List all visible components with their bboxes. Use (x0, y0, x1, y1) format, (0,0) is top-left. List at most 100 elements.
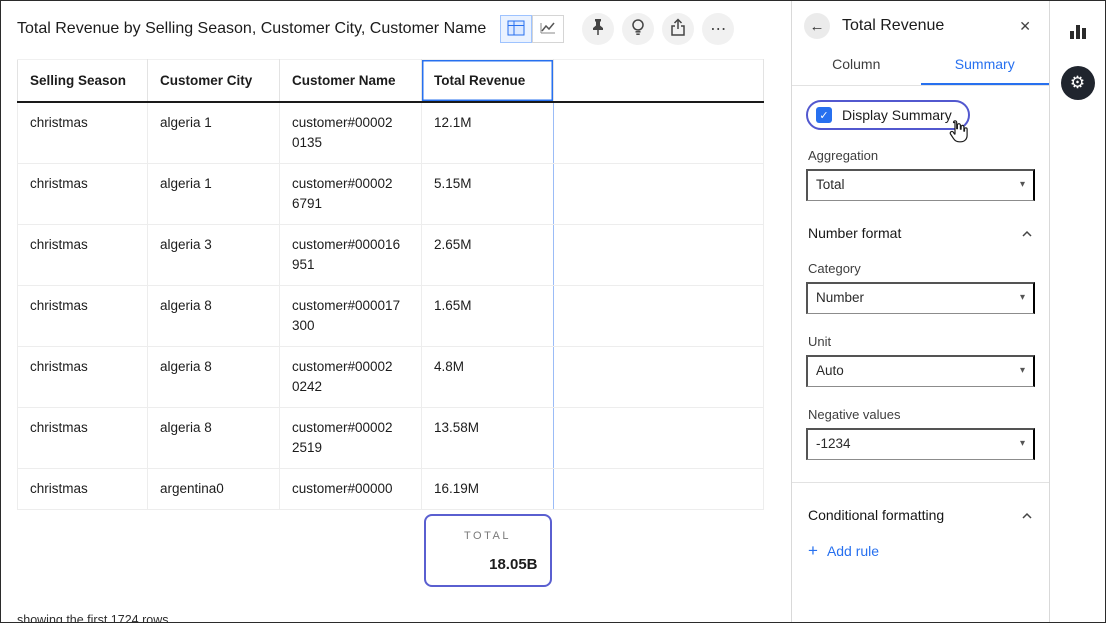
aggregation-label: Aggregation (808, 148, 1033, 163)
cell-total-revenue[interactable]: 4.8M (422, 347, 554, 408)
main-area: Total Revenue by Selling Season, Custome… (1, 1, 792, 622)
cell-customer-city[interactable]: algeria 1 (148, 164, 280, 225)
data-table: Selling Season Customer City Customer Na… (1, 53, 791, 622)
column-header-total-revenue[interactable]: Total Revenue (422, 60, 554, 103)
cell-customer-name[interactable]: customer#000026791 (280, 164, 422, 225)
cell-empty (554, 164, 764, 225)
column-header-customer-city[interactable]: Customer City (148, 60, 280, 103)
chevron-up-icon (1021, 507, 1033, 523)
table-row: christmas algeria 8 customer#000017300 1… (18, 286, 764, 347)
cell-selling-season[interactable]: christmas (18, 286, 148, 347)
cell-empty (554, 225, 764, 286)
table-row: christmas algeria 8 customer#000020242 4… (18, 347, 764, 408)
cell-total-revenue[interactable]: 12.1M (422, 102, 554, 164)
caret-down-icon: ▾ (1020, 438, 1025, 449)
main-header: Total Revenue by Selling Season, Custome… (1, 1, 791, 53)
add-rule-button[interactable]: + Add rule (806, 541, 881, 561)
chevron-up-icon (1021, 225, 1033, 241)
category-dropdown[interactable]: Number ▾ (806, 282, 1035, 314)
app-window: Total Revenue by Selling Season, Custome… (0, 0, 1106, 623)
cell-customer-city[interactable]: algeria 8 (148, 286, 280, 347)
tab-summary[interactable]: Summary (921, 47, 1050, 85)
cell-customer-city[interactable]: argentina0 (148, 469, 280, 510)
cell-selling-season[interactable]: christmas (18, 164, 148, 225)
cell-selling-season[interactable]: christmas (18, 102, 148, 164)
chart-view-icon (539, 20, 557, 39)
cell-customer-city[interactable]: algeria 1 (148, 102, 280, 164)
share-icon (670, 18, 686, 41)
display-summary-label: Display Summary (842, 107, 952, 123)
negative-values-dropdown[interactable]: -1234 ▾ (806, 428, 1035, 460)
action-buttons: ⋯ (574, 13, 734, 45)
cell-empty (554, 102, 764, 164)
column-header-selling-season[interactable]: Selling Season (18, 60, 148, 103)
cell-customer-name[interactable]: customer#000020242 (280, 347, 422, 408)
cell-customer-name[interactable]: customer#000016951 (280, 225, 422, 286)
display-summary-highlight: ✓ Display Summary (806, 100, 970, 130)
bar-chart-icon (1068, 29, 1088, 44)
cell-customer-name[interactable]: customer#00000 (280, 469, 422, 510)
chart-config-button[interactable] (1064, 17, 1092, 48)
close-panel-button[interactable]: ✕ (1013, 16, 1037, 37)
number-format-label: Number format (808, 225, 901, 241)
pin-button[interactable] (582, 13, 614, 45)
cell-total-revenue[interactable]: 13.58M (422, 408, 554, 469)
back-arrow-icon: ← (810, 18, 825, 35)
cell-customer-city[interactable]: algeria 3 (148, 225, 280, 286)
aggregation-dropdown[interactable]: Total ▾ (806, 169, 1035, 201)
gear-icon: ⚙ (1070, 73, 1085, 93)
table-row: christmas argentina0 customer#00000 16.1… (18, 469, 764, 510)
cell-total-revenue[interactable]: 16.19M (422, 469, 554, 510)
row-count-status: showing the first 1724 rows (17, 613, 168, 622)
unit-label: Unit (808, 334, 1033, 349)
table-view-button[interactable] (500, 15, 532, 43)
right-rail: ⚙ (1050, 1, 1105, 622)
caret-down-icon: ▾ (1020, 292, 1025, 303)
panel-title: Total Revenue (842, 17, 1013, 35)
share-button[interactable] (662, 13, 694, 45)
cell-selling-season[interactable]: christmas (18, 225, 148, 286)
display-summary-checkbox[interactable]: ✓ (816, 107, 832, 123)
summary-row: TOTAL 18.05B (18, 510, 764, 592)
check-icon: ✓ (819, 109, 828, 122)
section-divider (792, 482, 1049, 483)
total-summary-box[interactable]: TOTAL 18.05B (424, 514, 552, 587)
column-header-customer-name[interactable]: Customer Name (280, 60, 422, 103)
total-label: TOTAL (438, 526, 538, 546)
view-toggle (500, 15, 564, 43)
cell-selling-season[interactable]: christmas (18, 469, 148, 510)
cell-total-revenue[interactable]: 2.65M (422, 225, 554, 286)
cell-total-revenue[interactable]: 5.15M (422, 164, 554, 225)
cell-customer-name[interactable]: customer#000017300 (280, 286, 422, 347)
tab-column[interactable]: Column (792, 47, 921, 85)
column-header-empty (554, 60, 764, 103)
cell-selling-season[interactable]: christmas (18, 347, 148, 408)
panel-tabs: Column Summary (792, 47, 1049, 86)
close-icon: ✕ (1019, 18, 1031, 34)
cell-empty (554, 469, 764, 510)
aggregation-value: Total (816, 177, 845, 192)
settings-button[interactable]: ⚙ (1061, 66, 1095, 100)
cell-empty (554, 347, 764, 408)
cell-customer-city[interactable]: algeria 8 (148, 408, 280, 469)
add-rule-label: Add rule (827, 543, 879, 559)
more-options-button[interactable]: ⋯ (702, 13, 734, 45)
cell-customer-name[interactable]: customer#000020135 (280, 102, 422, 164)
number-format-section[interactable]: Number format (808, 225, 1033, 241)
panel-header: ← Total Revenue ✕ (792, 1, 1049, 47)
chart-view-button[interactable] (532, 15, 564, 43)
cell-customer-city[interactable]: algeria 8 (148, 347, 280, 408)
caret-down-icon: ▾ (1020, 179, 1025, 190)
back-button[interactable]: ← (804, 13, 830, 39)
column-settings-panel: ← Total Revenue ✕ Column Summary ✓ Displ… (792, 1, 1050, 622)
cell-selling-season[interactable]: christmas (18, 408, 148, 469)
insights-button[interactable] (622, 13, 654, 45)
conditional-formatting-section[interactable]: Conditional formatting (808, 507, 1033, 523)
cell-customer-name[interactable]: customer#000022519 (280, 408, 422, 469)
plus-icon: + (808, 541, 818, 561)
cell-total-revenue[interactable]: 1.65M (422, 286, 554, 347)
table-row: christmas algeria 8 customer#000022519 1… (18, 408, 764, 469)
unit-dropdown[interactable]: Auto ▾ (806, 355, 1035, 387)
total-value: 18.05B (438, 555, 538, 575)
page-title: Total Revenue by Selling Season, Custome… (17, 20, 486, 38)
